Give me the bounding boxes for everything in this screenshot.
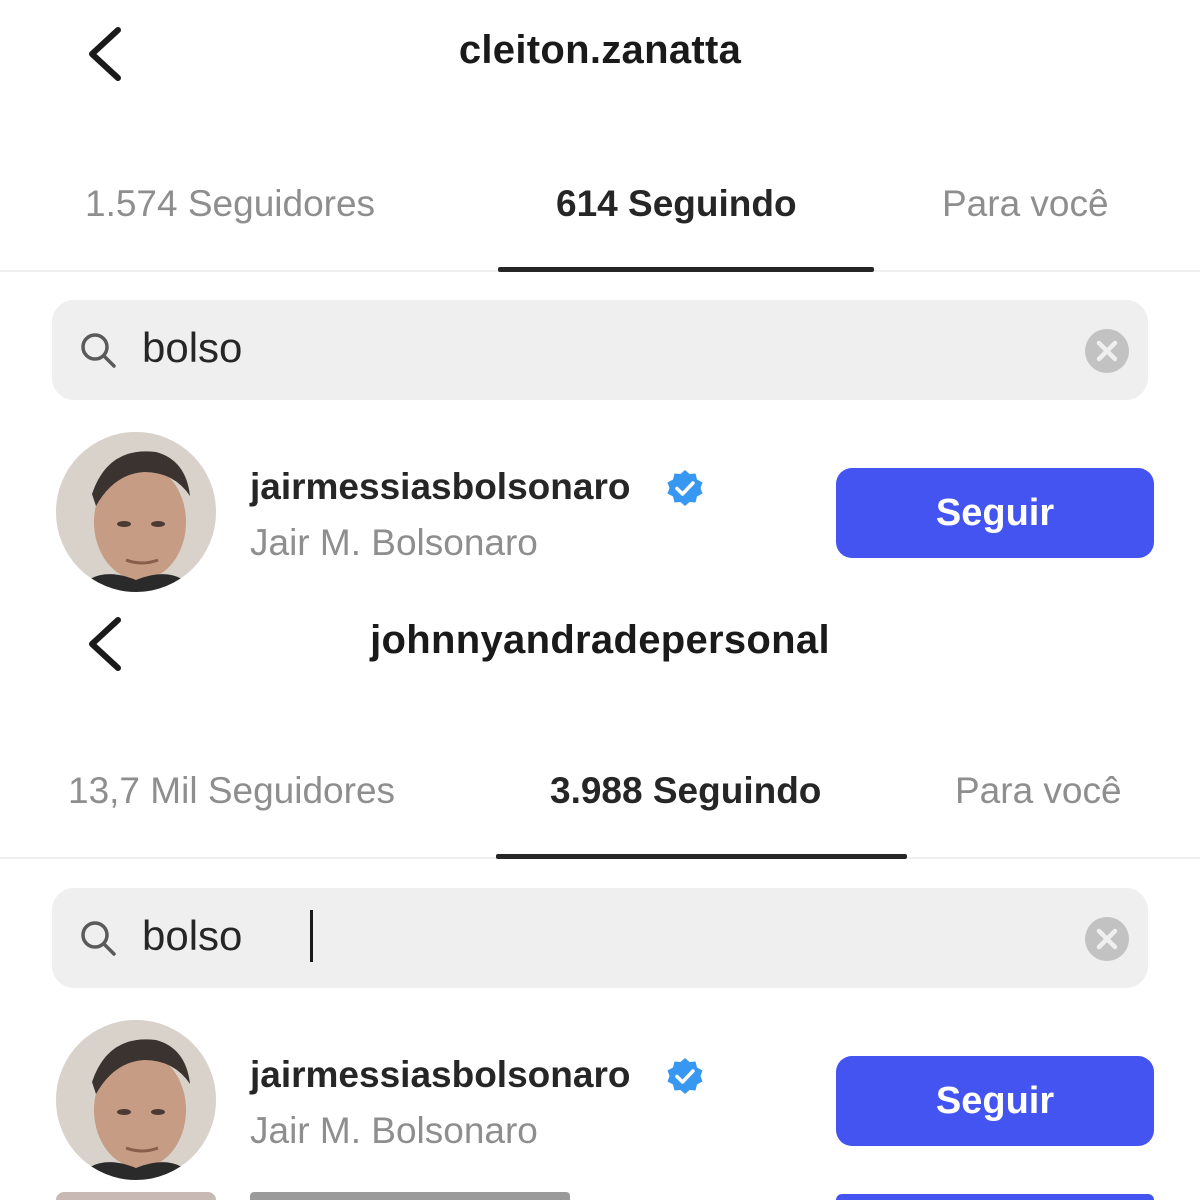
tab-followers[interactable]: 1.574 Seguidores: [85, 183, 375, 225]
follow-button-partial: [836, 1194, 1154, 1200]
search-icon: [81, 921, 116, 956]
tab-following[interactable]: 3.988 Seguindo: [550, 770, 821, 812]
clear-circle-icon[interactable]: [1084, 916, 1130, 962]
list-item[interactable]: jairmessiasbolsonaro Jair M. Bolsonaro S…: [0, 432, 1200, 592]
follow-button[interactable]: Seguir: [836, 1056, 1154, 1146]
page-title: johnnyandradepersonal: [370, 618, 830, 662]
page-title: cleiton.zanatta: [458, 28, 742, 72]
search-input[interactable]: [142, 912, 1042, 960]
follow-button[interactable]: Seguir: [836, 468, 1154, 558]
verified-badge-icon: [667, 470, 703, 506]
username-partial: [250, 1192, 570, 1200]
header: johnnyandradepersonal: [0, 590, 1200, 700]
tab-for-you[interactable]: Para você: [942, 183, 1109, 225]
text-cursor: [310, 910, 313, 962]
profile-photo: [56, 1020, 216, 1180]
result-full-name: Jair M. Bolsonaro: [250, 1110, 538, 1151]
search-bar: [52, 888, 1148, 988]
list-item[interactable]: jairmessiasbolsonaro Jair M. Bolsonaro S…: [0, 1020, 1200, 1180]
verified-badge-icon: [667, 1058, 703, 1094]
active-tab-indicator: [496, 854, 907, 859]
profile-following-panel-1: cleiton.zanatta 1.574 Seguidores 614 Seg…: [0, 0, 1200, 592]
tab-followers[interactable]: 13,7 Mil Seguidores: [68, 770, 395, 812]
avatar-partial: [56, 1192, 216, 1200]
tab-following[interactable]: 614 Seguindo: [556, 183, 797, 225]
result-username[interactable]: jairmessiasbolsonaro: [250, 466, 630, 508]
avatar[interactable]: [56, 1020, 216, 1180]
result-full-name: Jair M. Bolsonaro: [250, 522, 538, 563]
tab-bar: 1.574 Seguidores 614 Seguindo Para você: [0, 175, 1200, 272]
profile-following-panel-2: johnnyandradepersonal 13,7 Mil Seguidore…: [0, 590, 1200, 1200]
header: cleiton.zanatta: [0, 0, 1200, 110]
tab-for-you[interactable]: Para você: [955, 770, 1122, 812]
search-input[interactable]: [142, 324, 1042, 372]
search-bar: [52, 300, 1148, 400]
profile-photo: [56, 432, 216, 592]
active-tab-indicator: [498, 267, 874, 272]
search-icon: [81, 333, 116, 368]
list-item-partial: [0, 1192, 1200, 1200]
result-username[interactable]: jairmessiasbolsonaro: [250, 1054, 630, 1096]
tab-bar: 13,7 Mil Seguidores 3.988 Seguindo Para …: [0, 762, 1200, 859]
avatar[interactable]: [56, 432, 216, 592]
clear-circle-icon[interactable]: [1084, 328, 1130, 374]
